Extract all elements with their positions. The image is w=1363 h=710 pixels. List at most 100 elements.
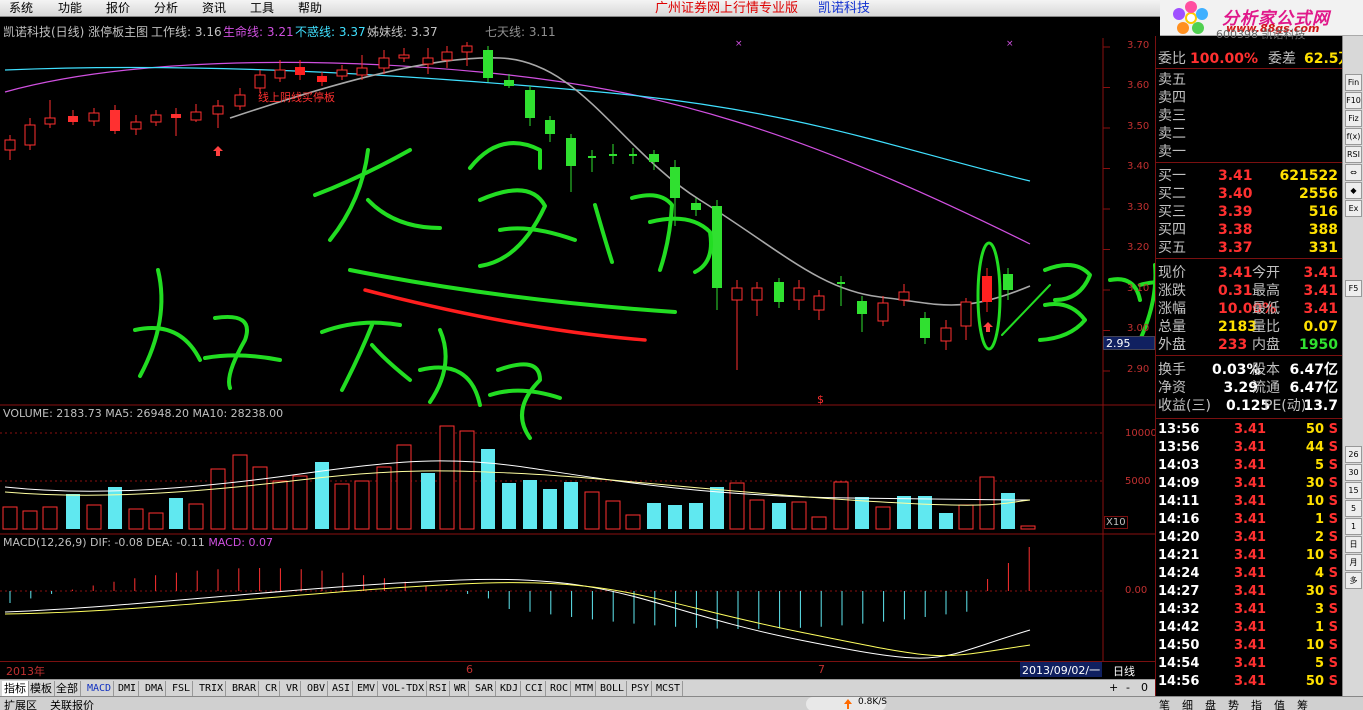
related-quote-button[interactable]: 关联报价 [50, 697, 94, 710]
candle-body [629, 154, 637, 156]
indicator-tab[interactable]: BRAR [230, 681, 260, 696]
toolbar-button[interactable]: 多 [1345, 572, 1362, 589]
menu-quote[interactable]: 报价 [106, 1, 130, 16]
tick-direction: S [1328, 584, 1338, 599]
stat-label: 最高 [1252, 283, 1280, 299]
indicator-tab[interactable]: CR [263, 681, 281, 696]
tick-price: 3.41 [1234, 602, 1267, 617]
toolbar-button[interactable]: 30 [1345, 464, 1362, 481]
tick-row: 14:21 3.41 10 S [1156, 547, 1342, 565]
candle-body [212, 105, 224, 115]
volume-bar [979, 476, 995, 530]
quote-tab[interactable]: 势 [1228, 697, 1239, 710]
indicator-tab[interactable]: FSL [170, 681, 194, 696]
tick-direction: S [1328, 548, 1338, 563]
candle-body [483, 50, 493, 78]
indicator-tab[interactable]: SAR [473, 681, 497, 696]
extension-area-button[interactable]: 扩展区 [4, 697, 37, 710]
date-label: 2013年 [6, 665, 45, 678]
fund-label: PE(动) [1264, 398, 1307, 414]
period-selector[interactable]: 日线 [1113, 663, 1135, 679]
chart-canvas[interactable]: ××◇○$线上阴线买停板 [0, 38, 1155, 661]
indicator-tab[interactable]: BOLL [598, 681, 628, 696]
indicator-tab[interactable]: OBV [305, 681, 329, 696]
indicator-tab[interactable]: DMA [143, 681, 167, 696]
toolbar-button[interactable]: F5 [1345, 280, 1362, 297]
menu-help[interactable]: 帮助 [298, 1, 322, 16]
indicator-tab[interactable]: MACD [85, 681, 115, 696]
menu-function[interactable]: 功能 [58, 1, 82, 16]
indicator-tab[interactable]: ROC [548, 681, 572, 696]
marker-x: × [1006, 39, 1014, 49]
indicator-tab[interactable]: ASI [330, 681, 354, 696]
indicator-tab[interactable]: 全部 [54, 681, 81, 696]
toolbar-button[interactable]: Fin [1345, 74, 1362, 91]
candle-body [504, 80, 514, 86]
menu-tools[interactable]: 工具 [250, 1, 274, 16]
candle-body [857, 301, 867, 314]
handwriting-stroke [496, 362, 542, 440]
quote-tab[interactable]: 盘 [1205, 697, 1216, 710]
toolbar-button[interactable]: F10 [1345, 92, 1362, 109]
candle-body [254, 74, 266, 89]
tick-row: 14:50 3.41 10 S [1156, 637, 1342, 655]
tick-volume: 3 [1314, 602, 1324, 617]
toolbar-button[interactable]: 5 [1345, 500, 1362, 517]
quote-tab[interactable]: 值 [1274, 697, 1285, 710]
indicator-tab[interactable]: KDJ [498, 681, 522, 696]
toolbar-button[interactable]: ◆ [1345, 182, 1362, 199]
volume-bar [605, 500, 621, 530]
toolbar-button[interactable]: 1 [1345, 518, 1362, 535]
indicator-tab[interactable]: VR [284, 681, 302, 696]
remove-window-button[interactable]: - [1126, 681, 1130, 694]
indicator-tab[interactable]: EMV [355, 681, 379, 696]
volume-bar [232, 454, 248, 530]
indicator-tab[interactable]: 模板 [28, 681, 55, 696]
volume-bar [689, 503, 703, 529]
handwriting-arrow [1001, 284, 1051, 336]
indicator-tab[interactable]: TRIX [197, 681, 227, 696]
quote-tab[interactable]: 笔 [1159, 697, 1170, 710]
tick-time: 14:42 [1158, 620, 1200, 635]
reset-window-button[interactable]: 0 [1141, 681, 1148, 694]
indicator-tab[interactable]: DMI [116, 681, 140, 696]
toolbar-button[interactable]: 15 [1345, 482, 1362, 499]
toolbar-button[interactable]: 日 [1345, 536, 1362, 553]
tick-direction: S [1328, 458, 1338, 473]
toolbar-button[interactable]: Ex [1345, 200, 1362, 217]
tick-time: 14:16 [1158, 512, 1200, 527]
toolbar-button[interactable]: RSI [1345, 146, 1362, 163]
tick-direction: S [1328, 422, 1338, 437]
toolbar-button[interactable]: 26 [1345, 446, 1362, 463]
indicator-tab[interactable]: VOL-TDX [380, 681, 428, 696]
quote-tab[interactable]: 指 [1251, 697, 1262, 710]
indicator-tab[interactable]: MTM [573, 681, 597, 696]
indicator-tab[interactable]: 指标 [2, 681, 29, 696]
toolbar-button[interactable]: Fiz [1345, 110, 1362, 127]
menu-analysis[interactable]: 分析 [154, 1, 178, 16]
indicator-tab[interactable]: WR [452, 681, 470, 696]
candle-body [336, 69, 348, 77]
volume-bar [958, 504, 974, 530]
indicator-tab[interactable]: PSY [629, 681, 653, 696]
quote-tab[interactable]: 筹 [1297, 697, 1308, 710]
menu-system[interactable]: 系统 [9, 1, 33, 16]
volume-bar [334, 483, 350, 530]
weibi-row: 委比 100.00% 委差 62.5万 [1156, 50, 1353, 68]
menu-info[interactable]: 资讯 [202, 1, 226, 16]
indicator-tab[interactable]: CCI [523, 681, 547, 696]
menu-bar: 系统 功能 报价 分析 资讯 工具 帮助 广州证券网上行情专业版 凯诺科技 [0, 0, 1363, 17]
quote-tab[interactable]: 细 [1182, 697, 1193, 710]
stat-value: 3.41 [1303, 265, 1338, 281]
volume-bar [584, 491, 600, 530]
handwriting-stroke [1043, 263, 1092, 302]
toolbar-button[interactable]: f(x) [1345, 128, 1362, 145]
toolbar-button[interactable]: 月 [1345, 554, 1362, 571]
handwriting-stroke [648, 216, 713, 274]
add-window-button[interactable]: + [1109, 681, 1118, 694]
indicator-tab[interactable]: RSI [427, 681, 451, 696]
sell-label: 卖二 [1158, 126, 1186, 142]
toolbar-button[interactable]: ⇔ [1345, 164, 1362, 181]
macd-dea-line [4, 582, 1031, 657]
indicator-tab[interactable]: MCST [654, 681, 684, 696]
